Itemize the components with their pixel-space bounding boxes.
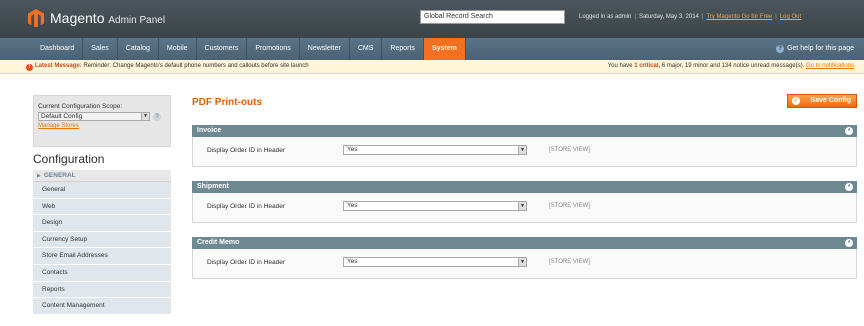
- scope-tag: [STORE VIEW]: [549, 147, 590, 153]
- nav-system[interactable]: System: [423, 38, 466, 60]
- field-label: Display Order ID in Header: [207, 203, 286, 210]
- sidebar-group-general[interactable]: ▶ GENERAL: [33, 170, 171, 182]
- nav-cms[interactable]: CMS: [350, 38, 383, 60]
- collapse-icon[interactable]: •: [845, 127, 853, 135]
- section-body-shipment: Display Order ID in Header Yes ▼ [STORE …: [192, 193, 857, 223]
- save-config-label: Save Config: [810, 97, 851, 104]
- sidebar-item-contacts[interactable]: Contacts: [33, 264, 171, 282]
- scope-select[interactable]: Default Config ▼: [38, 112, 150, 121]
- section-header-credit-memo[interactable]: Credit Memo •: [192, 237, 857, 249]
- sidebar-item-currency-setup[interactable]: Currency Setup: [33, 231, 171, 249]
- latest-message: ! Latest Message: Reminder: Change Magent…: [26, 63, 309, 71]
- manage-stores-link[interactable]: Manage Stores: [38, 123, 166, 129]
- select-value: Yes: [347, 202, 358, 209]
- sidebar-title: Configuration: [33, 152, 105, 166]
- brand-title: Magento Admin Panel: [50, 10, 165, 26]
- nav-dashboard[interactable]: Dashboard: [32, 38, 84, 60]
- section-title: Credit Memo: [197, 239, 240, 246]
- section-title: Invoice: [197, 127, 222, 134]
- sidebar-item-design[interactable]: Design: [33, 215, 171, 232]
- chevron-down-icon: ▼: [518, 258, 526, 266]
- alert-icon: !: [26, 64, 33, 71]
- caret-right-icon: ▶: [37, 173, 41, 179]
- save-config-button[interactable]: ✓ Save Config: [787, 94, 857, 108]
- sidebar-item-general[interactable]: General: [33, 182, 171, 199]
- sidebar-item-content-management[interactable]: Content Management: [33, 298, 171, 315]
- scope-label: Current Configuration Scope:: [38, 103, 123, 110]
- nav-promotions[interactable]: Promotions: [247, 38, 300, 60]
- field-label: Display Order ID in Header: [207, 259, 286, 266]
- section-body-credit-memo: Display Order ID in Header Yes ▼ [STORE …: [192, 249, 857, 279]
- sidebar-item-store-email-addresses[interactable]: Store Email Addresses: [33, 248, 171, 265]
- message-bar: ! Latest Message: Reminder: Change Magent…: [0, 60, 864, 74]
- collapse-icon[interactable]: •: [845, 183, 853, 191]
- nav-catalog[interactable]: Catalog: [118, 38, 159, 60]
- select-value: Yes: [347, 258, 358, 265]
- critical-count[interactable]: 1 critical,: [634, 63, 660, 69]
- scope-switcher: Current Configuration Scope: Default Con…: [33, 95, 171, 147]
- scope-select-value: Default Config: [41, 113, 83, 120]
- summary-prefix: You have: [607, 63, 633, 69]
- display-order-id-select[interactable]: Yes ▼: [343, 257, 527, 267]
- scope-tag: [STORE VIEW]: [549, 259, 590, 265]
- sidebar: ▶ GENERAL General Web Design Currency Set…: [33, 170, 171, 315]
- section-body-invoice: Display Order ID in Header Yes ▼ [STORE …: [192, 137, 857, 167]
- logged-in-text: Logged in as admin: [579, 14, 632, 20]
- chevron-down-icon: ▼: [518, 146, 526, 154]
- summary-rest: 6 major, 19 minor and 134 notice unread …: [661, 63, 805, 69]
- message-summary: You have 1 critical, 6 major, 19 minor a…: [608, 63, 854, 69]
- try-magento-go-link[interactable]: Try Magento Go for Free: [706, 14, 772, 20]
- sidebar-item-reports[interactable]: Reports: [33, 281, 171, 299]
- help-link-label: Get help for this page: [787, 45, 854, 52]
- logout-link[interactable]: Log Out: [780, 14, 801, 20]
- nav-customers[interactable]: Customers: [197, 38, 248, 60]
- help-icon: ?: [776, 45, 785, 53]
- section-title: Shipment: [197, 183, 229, 190]
- date-text: Saturday, May 3, 2014: [638, 14, 699, 20]
- section-header-shipment[interactable]: Shipment •: [192, 181, 857, 193]
- brand-name: Magento: [50, 10, 105, 26]
- collapse-icon[interactable]: •: [845, 239, 853, 247]
- main-nav: Dashboard Sales Catalog Mobile Customers…: [0, 38, 864, 60]
- section-header-invoice[interactable]: Invoice •: [192, 125, 857, 137]
- nav-reports[interactable]: Reports: [382, 38, 424, 60]
- magento-logo-icon: [28, 9, 44, 27]
- notifications-link[interactable]: Go to notifications: [806, 63, 854, 69]
- help-link[interactable]: ? Get help for this page: [776, 38, 854, 60]
- nav-sales[interactable]: Sales: [83, 38, 118, 60]
- chevron-down-icon: ▼: [141, 113, 149, 120]
- checkmark-icon: ✓: [792, 97, 800, 105]
- help-icon[interactable]: ?: [153, 112, 161, 121]
- global-search-input[interactable]: Global Record Search: [420, 10, 565, 24]
- nav-newsletter[interactable]: Newsletter: [300, 38, 350, 60]
- display-order-id-select[interactable]: Yes ▼: [343, 145, 527, 155]
- page-title: PDF Print-outs: [192, 97, 262, 108]
- scope-tag: [STORE VIEW]: [549, 203, 590, 209]
- nav-mobile[interactable]: Mobile: [159, 38, 197, 60]
- display-order-id-select[interactable]: Yes ▼: [343, 201, 527, 211]
- magento-logo[interactable]: Magento Admin Panel: [28, 9, 165, 27]
- brand-sub: Admin Panel: [108, 15, 166, 26]
- field-label: Display Order ID in Header: [207, 147, 286, 154]
- select-value: Yes: [347, 146, 358, 153]
- header-user-info: Logged in as admin | Saturday, May 3, 2014…: [579, 14, 802, 20]
- chevron-down-icon: ▼: [518, 202, 526, 210]
- header: Magento Admin Panel Global Record Search…: [0, 0, 864, 38]
- sidebar-group-label: GENERAL: [43, 172, 76, 179]
- latest-message-text: Reminder: Change Magento's default phone…: [83, 63, 309, 69]
- sidebar-item-web[interactable]: Web: [33, 198, 171, 216]
- latest-message-label: Latest Message:: [35, 63, 82, 69]
